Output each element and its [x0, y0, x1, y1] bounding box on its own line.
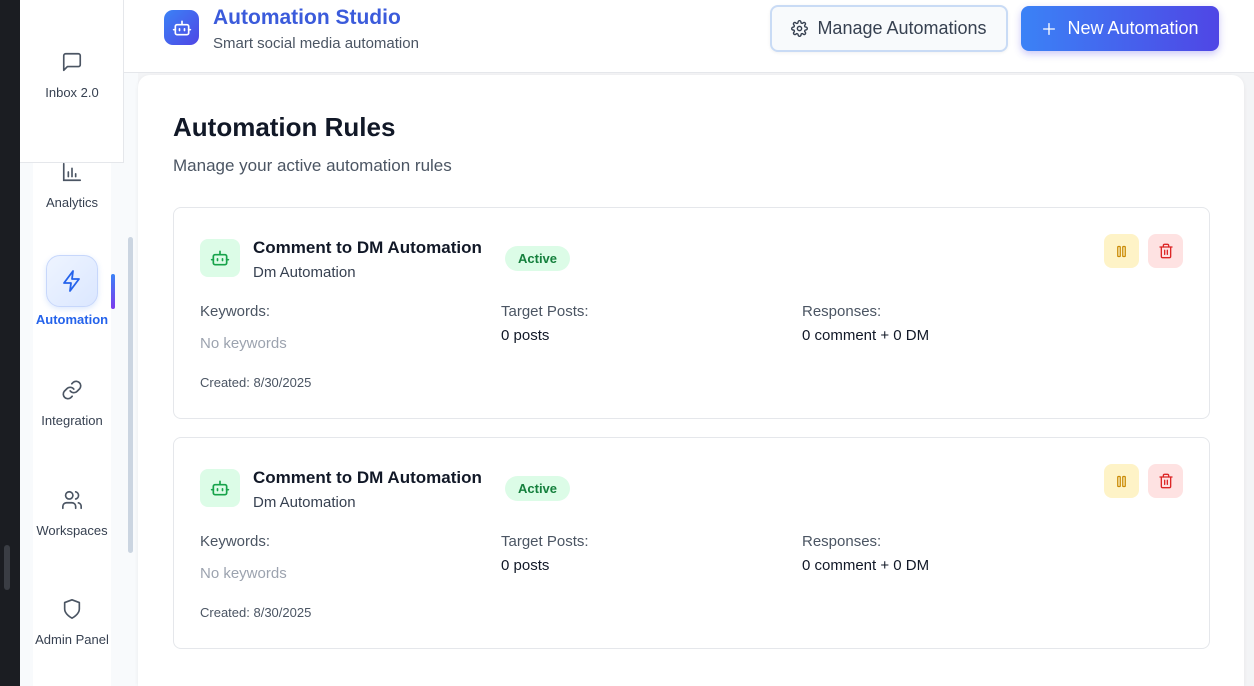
app-logo — [164, 10, 199, 45]
target-posts-label: Target Posts: — [501, 303, 589, 320]
bot-icon — [172, 20, 191, 35]
sidebar-item-admin-panel[interactable]: Admin Panel — [20, 598, 124, 647]
rule-name: Comment to DM Automation — [253, 238, 482, 257]
sidebar-item-label: Integration — [41, 413, 103, 428]
trash-icon — [1158, 473, 1173, 489]
automation-rules-panel: Automation Rules Manage your active auto… — [138, 75, 1244, 686]
target-posts-value: 0 posts — [501, 327, 550, 344]
created-date: Created: 8/30/2025 — [200, 605, 312, 620]
pause-icon — [1117, 475, 1126, 487]
trash-icon — [1158, 243, 1173, 259]
bot-icon — [210, 250, 230, 266]
delete-rule-button[interactable] — [1148, 464, 1183, 498]
status-badge: Active — [505, 476, 571, 501]
users-icon — [62, 490, 82, 510]
pause-icon — [1117, 245, 1126, 257]
sidebar-item-integration[interactable]: Integration — [20, 379, 124, 428]
window-frame-edge — [0, 0, 20, 686]
pause-rule-button[interactable] — [1104, 234, 1139, 268]
rule-type: Dm Automation — [253, 264, 356, 281]
sidebar-item-label: Workspaces — [36, 523, 108, 538]
delete-rule-button[interactable] — [1148, 234, 1183, 268]
status-badge: Active — [505, 246, 571, 271]
app-title: Automation Studio — [213, 6, 401, 29]
keywords-label: Keywords: — [200, 303, 271, 320]
responses-value: 0 comment + 0 DM — [802, 327, 930, 344]
new-automation-label: New Automation — [1067, 18, 1199, 38]
zap-icon — [63, 270, 80, 292]
keywords-value: No keywords — [200, 335, 287, 352]
keywords-value: No keywords — [200, 565, 287, 582]
page-header: Automation Studio Smart social media aut… — [124, 0, 1254, 73]
sidebar-scrollbar[interactable] — [128, 237, 133, 553]
active-indicator — [111, 274, 115, 309]
rule-icon — [200, 239, 240, 277]
manage-automations-button[interactable]: Manage Automations — [770, 5, 1008, 52]
active-nav-tile — [46, 255, 98, 307]
bot-icon — [210, 480, 230, 496]
shield-icon — [63, 599, 81, 619]
page-subtitle: Manage your active automation rules — [173, 156, 452, 175]
bar-chart-icon — [62, 162, 82, 182]
sidebar-item-label: Admin Panel — [35, 632, 109, 647]
link-icon — [62, 380, 82, 400]
app-window: Inbox 2.0 Analytics Automation Integrati… — [20, 0, 1254, 686]
rule-card: Comment to DM Automation Dm Automation A… — [173, 207, 1210, 419]
gear-icon — [791, 20, 809, 37]
message-square-icon — [62, 52, 82, 72]
responses-label: Responses: — [802, 303, 882, 320]
created-date: Created: 8/30/2025 — [200, 375, 312, 390]
responses-label: Responses: — [802, 533, 882, 550]
target-posts-value: 0 posts — [501, 557, 550, 574]
sidebar-item-label: Automation — [35, 312, 109, 327]
sidebar-item-inbox[interactable]: Inbox 2.0 — [20, 51, 124, 100]
page-title: Automation Rules — [173, 112, 396, 142]
plus-icon — [1043, 22, 1056, 35]
rule-icon — [200, 469, 240, 507]
sidebar-item-label: Inbox 2.0 — [45, 85, 99, 100]
rule-type: Dm Automation — [253, 494, 356, 511]
sidebar-item-analytics[interactable]: Analytics — [20, 161, 124, 210]
rule-card: Comment to DM Automation Dm Automation A… — [173, 437, 1210, 649]
new-automation-button[interactable]: New Automation — [1021, 6, 1219, 51]
target-posts-label: Target Posts: — [501, 533, 589, 550]
frame-resize-handle[interactable] — [4, 545, 10, 590]
app-subtitle: Smart social media automation — [213, 35, 419, 52]
responses-value: 0 comment + 0 DM — [802, 557, 930, 574]
sidebar: Inbox 2.0 Analytics Automation Integrati… — [20, 0, 138, 686]
sidebar-item-label: Analytics — [45, 195, 99, 210]
rule-name: Comment to DM Automation — [253, 468, 482, 487]
keywords-label: Keywords: — [200, 533, 271, 550]
manage-automations-label: Manage Automations — [817, 18, 987, 38]
pause-rule-button[interactable] — [1104, 464, 1139, 498]
sidebar-item-automation[interactable]: Automation — [20, 255, 124, 327]
sidebar-item-workspaces[interactable]: Workspaces — [20, 489, 124, 538]
